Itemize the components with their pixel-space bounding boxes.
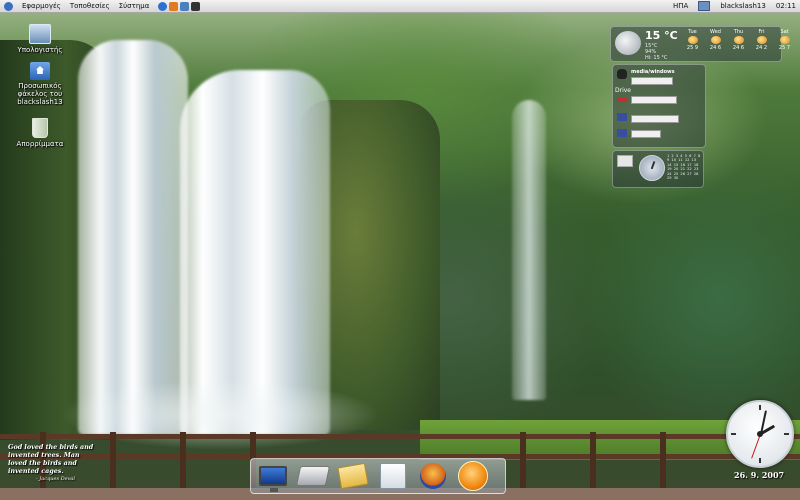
control-panel-icon (380, 463, 406, 489)
clock-date: 26. 9. 2007 (734, 470, 785, 480)
menu-system[interactable]: Σύστημα (119, 0, 150, 12)
second-hand (751, 433, 761, 459)
dock-item-control-panel[interactable] (377, 461, 409, 491)
usage-bar (631, 77, 673, 85)
dock-item-drive[interactable] (295, 461, 331, 491)
quote-text: God loved the birds and invented trees. … (8, 443, 94, 475)
weather-details: 15°C 94% Hi: 15 °C (645, 43, 668, 61)
sun-icon (779, 36, 790, 44)
monitor-header: media/windows (631, 69, 675, 75)
top-panel: Εφαρμογές Τοποθεσίες Σύστημα ΗΠΑ blacksl… (0, 0, 800, 13)
sun-icon (710, 36, 721, 44)
desktop-icon-label: Υπολογιστής (17, 46, 63, 54)
dock-item-folder[interactable] (337, 461, 369, 491)
cloudy-icon (615, 31, 641, 55)
app-figure-icon (420, 463, 446, 489)
user-switcher-icon[interactable] (698, 1, 711, 11)
wallpaper-waterfall-right (512, 100, 546, 400)
trash-icon (32, 118, 48, 138)
swap-icon (617, 129, 627, 137)
analog-clock (726, 400, 794, 468)
monitor-icon (259, 466, 287, 492)
drive-label: Drive (615, 87, 631, 94)
forecast-day: Thu 24 6 (732, 29, 745, 51)
home-folder-icon (30, 62, 50, 80)
desktop-icon-label: Προσωπικός φάκελος του blackslash13 (17, 82, 63, 106)
folder-icon (337, 462, 369, 490)
quote-author: - Jacques Deval (36, 476, 75, 482)
mini-clock-icon (639, 155, 665, 181)
keyboard-layout-indicator[interactable]: ΗΠΑ (673, 0, 688, 12)
memory-usage-bar (631, 115, 679, 123)
web-browser-icon[interactable] (169, 1, 179, 11)
forecast-day: Tue 25 9 (686, 29, 699, 51)
menu-places[interactable]: Τοποθεσίες (70, 0, 110, 12)
dock (250, 458, 506, 494)
desktop-icon-label: Απορρίμματα (16, 140, 64, 148)
sun-icon (733, 36, 744, 44)
memory-icon (617, 113, 627, 121)
calendar-grid: 1 2 3 4 5 6 7 8 9 10 11 12 13 14 15 16 1… (667, 154, 701, 181)
mail-icon[interactable] (180, 1, 190, 11)
system-monitor-widget[interactable]: media/windows Drive (612, 64, 706, 148)
drive-usage-bar (631, 96, 677, 104)
weather-forecast: Tue 25 9 Wed 24 6 Thu 24 6 Fri 24 2 Sat 25 7 (683, 29, 794, 51)
username-label[interactable]: blackslash13 (720, 0, 765, 12)
tux-icon (617, 69, 627, 79)
sun-icon (687, 36, 698, 44)
help-icon[interactable] (158, 1, 168, 11)
dock-item-audio[interactable] (457, 461, 489, 491)
monitor-icon (617, 155, 633, 167)
drive-icon (295, 466, 331, 486)
wallpaper-waterfall-left (78, 40, 188, 435)
dock-item-app[interactable] (417, 461, 449, 491)
panel-launchers (158, 1, 201, 11)
forecast-day: Sat 25 7 (778, 29, 791, 51)
menu-applications[interactable]: Εφαρμογές (22, 0, 61, 12)
desktop-icon-computer[interactable]: Υπολογιστής (10, 24, 70, 54)
forecast-day: Fri 24 2 (755, 29, 768, 51)
swap-usage-bar (631, 130, 661, 138)
calendar-widget[interactable]: 1 2 3 4 5 6 7 8 9 10 11 12 13 14 15 16 1… (612, 150, 704, 188)
desktop-quote: God loved the birds and invented trees. … (8, 443, 98, 483)
computer-icon (29, 24, 51, 44)
audio-orb-icon (458, 461, 488, 491)
dock-item-monitor[interactable] (257, 461, 289, 492)
sun-icon (756, 36, 767, 44)
terminal-icon[interactable] (191, 1, 201, 11)
panel-clock[interactable]: 02:11 (776, 0, 796, 12)
weather-widget[interactable]: 15 °C 15°C 94% Hi: 15 °C Tue 25 9 Wed 24 6… (610, 26, 790, 62)
weather-temperature: 15 °C (645, 29, 678, 42)
forecast-day: Wed 24 6 (709, 29, 722, 51)
desktop-icon-home[interactable]: Προσωπικός φάκελος του blackslash13 (10, 62, 70, 106)
gnome-foot-icon (4, 2, 13, 11)
drive-icon (617, 97, 627, 102)
desktop-icon-trash[interactable]: Απορρίμματα (10, 118, 70, 148)
